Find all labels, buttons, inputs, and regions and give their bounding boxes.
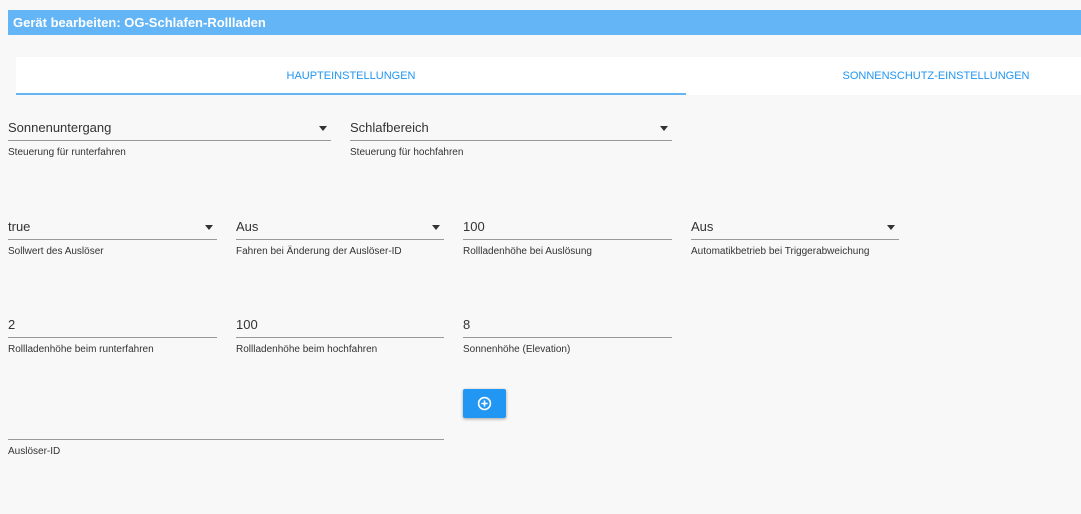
caret-down-icon[interactable] (432, 225, 440, 230)
up-control-label: Steuerung für hochfahren (350, 147, 464, 158)
tab-sonnenschutz-einstellungen[interactable]: SONNENSCHUTZ-EINSTELLUNGEN (686, 57, 1081, 95)
drive-on-trigger-change-value[interactable]: Aus (236, 214, 444, 240)
height-up-label: Rollladenhöhe beim hochfahren (236, 344, 378, 355)
tab-bar: HAUPTEINSTELLUNGEN SONNENSCHUTZ-EINSTELL… (16, 57, 1081, 95)
sun-elevation-label: Sonnenhöhe (Elevation) (463, 344, 571, 355)
height-on-trigger-label: Rollladenhöhe bei Auslösung (463, 246, 592, 257)
caret-down-icon[interactable] (205, 225, 213, 230)
trigger-id-label: Auslöser-ID (8, 446, 61, 457)
height-down-value[interactable]: 2 (8, 312, 217, 338)
down-control-value[interactable]: Sonnenuntergang (8, 115, 331, 141)
tab-haupteinstellungen[interactable]: HAUPTEINSTELLUNGEN (16, 57, 686, 95)
trigger-setpoint-label: Sollwert des Auslöser (8, 246, 104, 257)
height-on-trigger-value[interactable]: 100 (463, 214, 672, 240)
trigger-id-value[interactable] (8, 414, 444, 440)
caret-down-icon[interactable] (319, 126, 327, 131)
add-trigger-button[interactable] (463, 389, 506, 418)
height-up-value[interactable]: 100 (236, 312, 444, 338)
caret-down-icon[interactable] (660, 126, 668, 131)
up-control-value[interactable]: Schlafbereich (350, 115, 672, 141)
sun-elevation-value[interactable]: 8 (463, 312, 672, 338)
trigger-setpoint-value[interactable]: true (8, 214, 217, 240)
caret-down-icon[interactable] (887, 225, 895, 230)
plus-circle-icon (477, 396, 492, 411)
dialog-title: Gerät bearbeiten: OG-Schlafen-Rollladen (8, 10, 1081, 35)
down-control-label: Steuerung für runterfahren (8, 147, 126, 158)
active-tab-indicator (16, 93, 686, 95)
auto-on-trigger-deviation-value[interactable]: Aus (691, 214, 899, 240)
drive-on-trigger-change-label: Fahren bei Änderung der Auslöser-ID (236, 246, 402, 257)
auto-on-trigger-deviation-label: Automatikbetrieb bei Triggerabweichung (691, 246, 870, 257)
height-down-label: Rollladenhöhe beim runterfahren (8, 344, 154, 355)
